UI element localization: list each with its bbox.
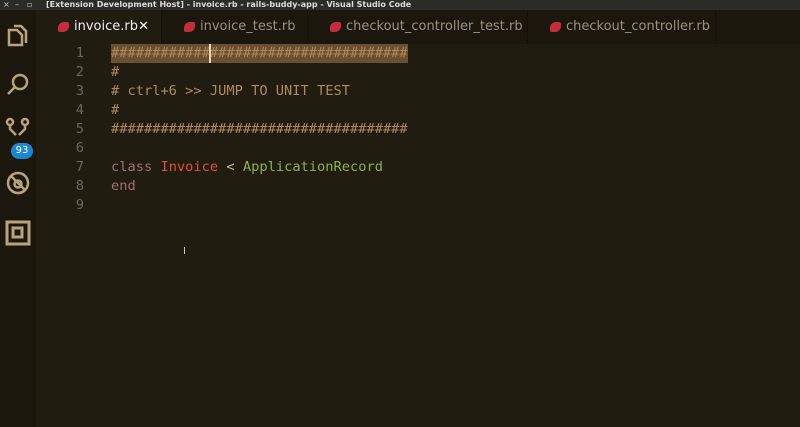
line-number: 8 (75, 178, 84, 194)
text-cursor (209, 44, 211, 63)
tab-invoice-test-rb[interactable]: invoice_test.rb (162, 10, 308, 44)
window-title: [Extension Development Host] - invoice.r… (46, 0, 412, 9)
code-line: 2 # (36, 63, 800, 82)
keyword: end (111, 178, 136, 194)
line-text: # (111, 64, 120, 80)
ruby-file-icon (58, 22, 69, 32)
explorer-icon[interactable] (5, 22, 31, 48)
mouse-ibeam-cursor: I (183, 246, 186, 257)
tab-checkout-controller-rb[interactable]: checkout_controller.rb (528, 10, 716, 44)
class-name: Invoice (160, 159, 219, 175)
code-line: 6 (36, 139, 800, 158)
tab-label: checkout_controller.rb (566, 19, 710, 34)
source-control-icon[interactable] (5, 117, 31, 143)
line-text: #################################### (111, 121, 408, 137)
minimize-button[interactable]: – (15, 0, 19, 10)
code-line: 4 # (36, 101, 800, 120)
scm-badge: 93 (11, 143, 33, 159)
activity-bar: 93 (0, 10, 36, 427)
tab-label: checkout_controller_test.rb (346, 19, 523, 34)
code-line: 9 (36, 196, 800, 215)
code-line: 1 #################################### (36, 44, 800, 63)
operator: < (226, 159, 235, 175)
line-text: # ctrl+6 >> JUMP TO UNIT TEST (111, 83, 350, 99)
line-text: #################################### (111, 44, 408, 63)
line-number: 3 (75, 83, 84, 99)
line-number: 9 (75, 197, 84, 213)
code-line: 5 #################################### (36, 120, 800, 139)
title-bar: × – ▫ [Extension Development Host] - inv… (0, 0, 800, 10)
line-number: 1 (75, 45, 84, 61)
ruby-file-icon (550, 22, 561, 32)
code-line: 8 end (36, 177, 800, 196)
tab-label: invoice.rb (74, 19, 138, 34)
extensions-icon[interactable] (5, 220, 31, 246)
tab-label: invoice_test.rb (200, 19, 296, 34)
tab-checkout-controller-test-rb[interactable]: checkout_controller_test.rb (308, 10, 528, 44)
code-editor[interactable]: 1 #################################### 2 #… (36, 44, 800, 427)
close-window-button[interactable]: × (3, 0, 10, 10)
debug-icon[interactable] (5, 170, 31, 196)
code-line: 3 # ctrl+6 >> JUMP TO UNIT TEST (36, 82, 800, 101)
close-tab-icon[interactable]: ✕ (138, 10, 149, 44)
line-number: 5 (75, 121, 84, 137)
keyword: class (111, 159, 153, 175)
line-number: 6 (75, 140, 84, 156)
line-number: 2 (75, 64, 84, 80)
tab-invoice-rb[interactable]: invoice.rb ✕ (36, 10, 162, 44)
ruby-file-icon (330, 22, 341, 32)
line-text: # (111, 102, 120, 118)
line-number: 4 (75, 102, 84, 118)
code-line: 7 class Invoice < ApplicationRecord (36, 158, 800, 177)
ruby-file-icon (184, 22, 195, 32)
tab-bar: invoice.rb ✕ invoice_test.rb checkout_co… (36, 10, 800, 44)
search-icon[interactable] (5, 72, 31, 98)
maximize-button[interactable]: ▫ (27, 0, 32, 10)
superclass-name: ApplicationRecord (242, 159, 383, 175)
line-number: 7 (75, 159, 84, 175)
